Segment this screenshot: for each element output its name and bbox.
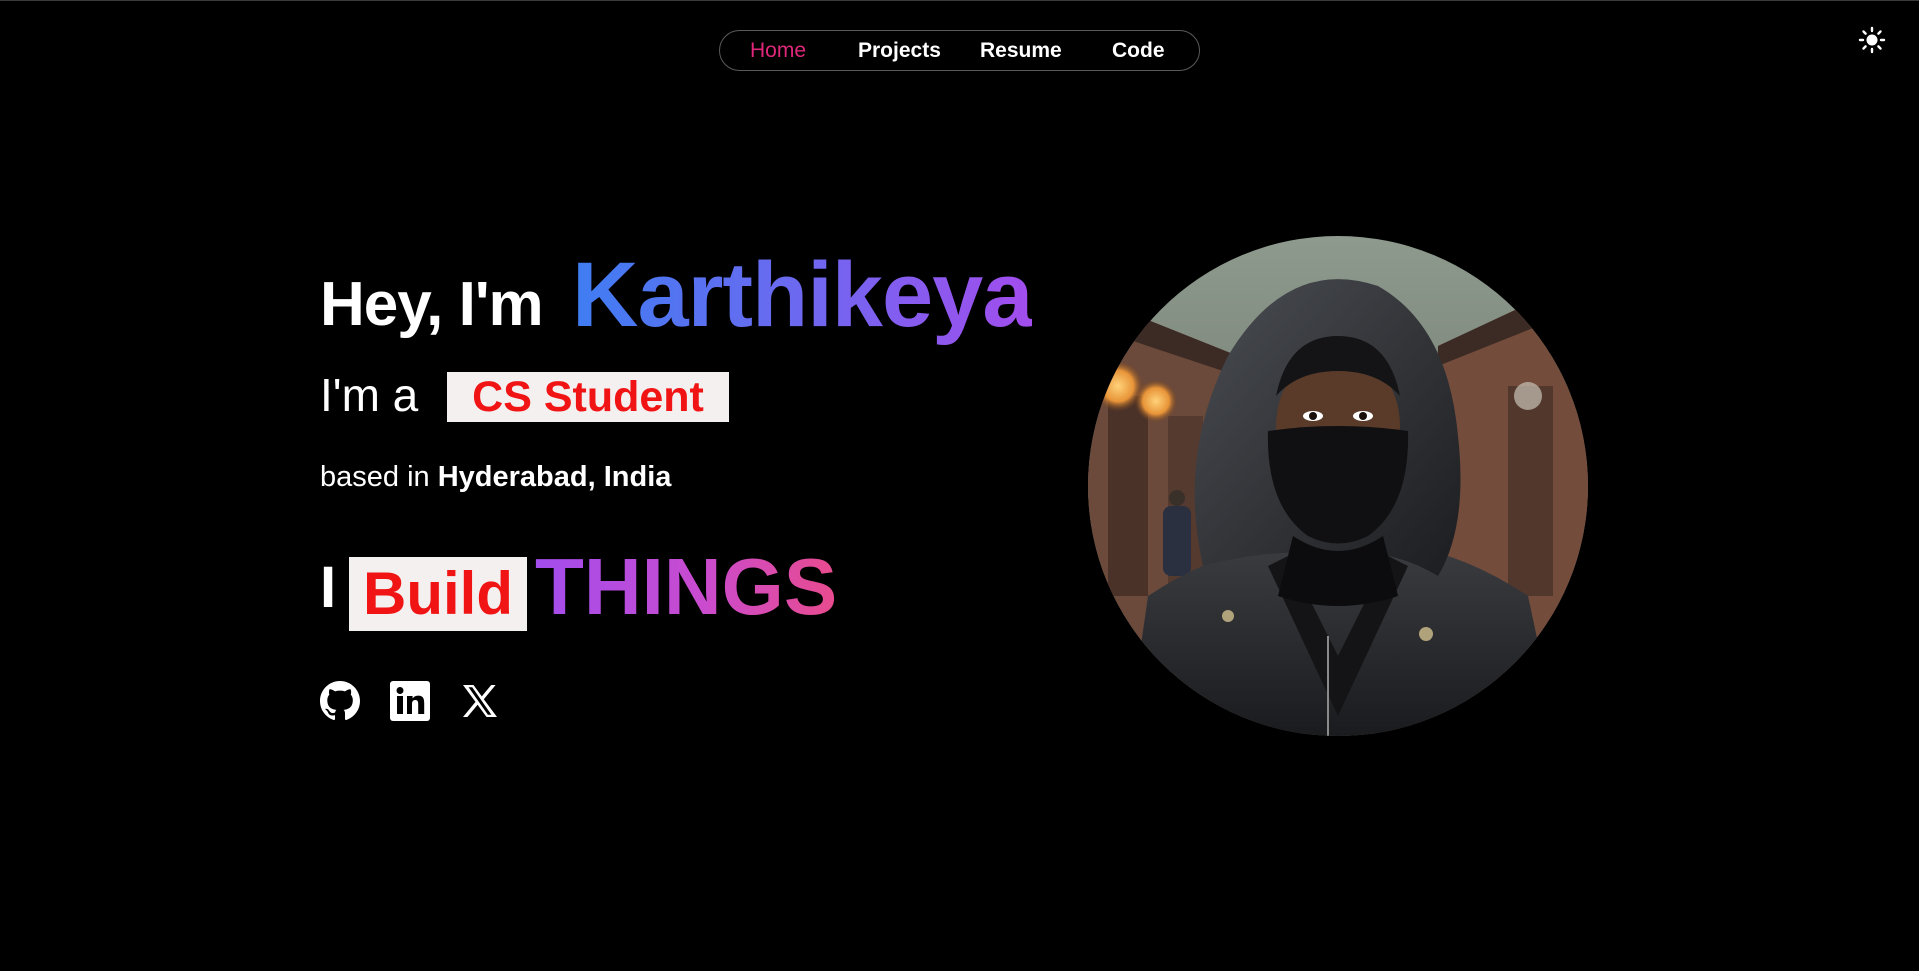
page: Home Projects Resume Code Hey, I'm Karth… xyxy=(0,0,1919,971)
location-prefix: based in xyxy=(320,461,430,493)
hero-name: Karthikeya xyxy=(572,244,1033,346)
github-icon xyxy=(320,681,360,721)
location-value: Hyderabad, India xyxy=(437,461,672,493)
hooded-figure-portrait xyxy=(1088,236,1588,736)
build-badge: Build xyxy=(349,557,527,631)
role-prefix: I'm a xyxy=(320,369,419,421)
nav-home[interactable]: Home xyxy=(750,31,806,70)
sun-icon xyxy=(1858,26,1886,54)
hero-greeting: Hey, I'm xyxy=(320,270,544,339)
nav-projects[interactable]: Projects xyxy=(858,31,941,70)
linkedin-link[interactable] xyxy=(390,681,430,721)
top-nav: Home Projects Resume Code xyxy=(719,30,1200,71)
x-twitter-link[interactable] xyxy=(460,681,500,721)
role-badge: CS Student xyxy=(447,372,729,422)
build-prefix: I xyxy=(320,555,337,620)
location-line: based in Hyderabad, India xyxy=(320,461,671,494)
x-twitter-icon xyxy=(463,685,497,717)
profile-avatar xyxy=(1088,236,1588,736)
linkedin-icon xyxy=(390,681,430,721)
theme-toggle-button[interactable] xyxy=(1858,26,1886,54)
github-link[interactable] xyxy=(320,681,360,721)
nav-resume[interactable]: Resume xyxy=(980,31,1062,70)
nav-code[interactable]: Code xyxy=(1112,31,1165,70)
build-suffix: THINGS xyxy=(535,542,838,631)
